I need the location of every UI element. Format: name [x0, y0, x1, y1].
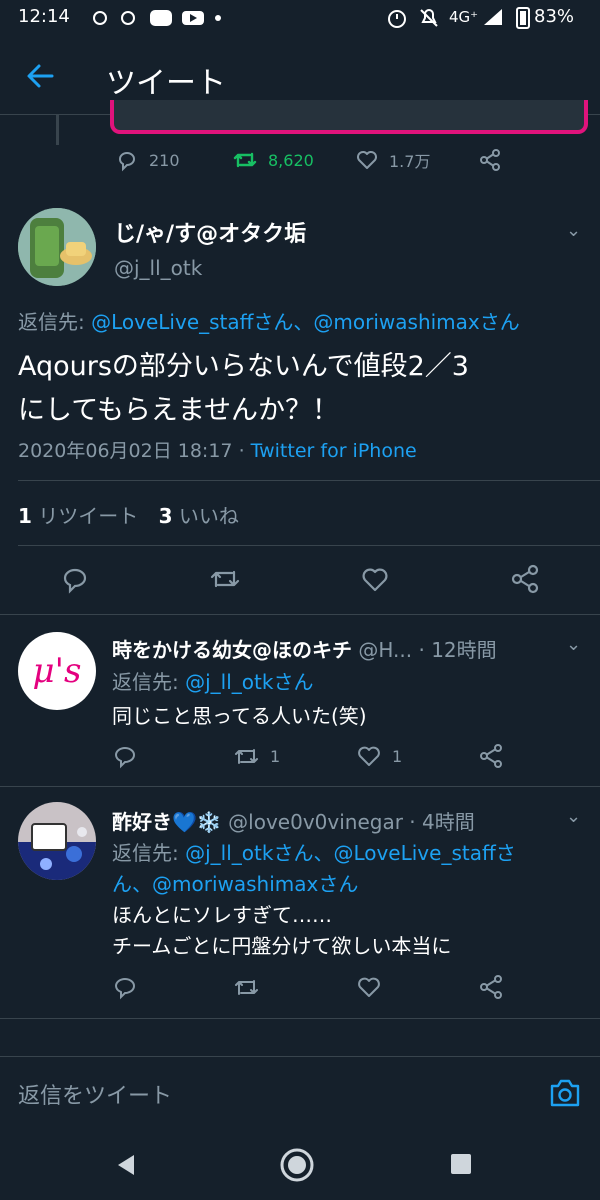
battery-level: 83%	[534, 6, 575, 27]
separator-dot: ·	[238, 440, 245, 462]
reply-display-name[interactable]: 時をかける幼女@ほのキチ	[112, 638, 352, 662]
reply-text-line: ほんとにソレすぎて……	[112, 903, 332, 927]
retweet-button[interactable]: 1	[232, 743, 280, 769]
camera-icon[interactable]	[548, 1076, 582, 1110]
tweet-text-line: Aqoursの部分いらないんで値段2／3	[18, 351, 469, 382]
signal-icon	[484, 9, 502, 25]
likes-label: いいね	[178, 504, 239, 528]
clock: 12:14	[18, 6, 70, 27]
reply-icon[interactable]	[112, 974, 138, 1000]
retweet-icon[interactable]	[232, 974, 260, 1000]
chevron-down-icon[interactable]: ⌄	[566, 634, 581, 655]
retweet-icon	[235, 749, 258, 764]
prev-retweet-button[interactable]: 8,620	[232, 148, 314, 172]
reply-time: · 12時間	[418, 638, 497, 662]
like-button[interactable]: 1	[356, 743, 402, 769]
battery-icon	[516, 7, 530, 29]
reply-text: 同じこと思ってる人いた(笑)	[112, 704, 367, 728]
thread-line	[56, 115, 59, 145]
reply-prefix: 返信先:	[18, 310, 85, 334]
client-link[interactable]: Twitter for iPhone	[251, 440, 417, 462]
reply-text: ほんとにソレすぎて…… チームごとに円盤分けて欲しい本当に	[112, 900, 451, 962]
stats-divider-top	[18, 480, 600, 481]
reply-context: 返信先: @LoveLive_staffさん、@moriwashimaxさん	[18, 306, 520, 335]
reply-prefix: 返信先:	[112, 841, 179, 865]
reply-to-link[interactable]: @j_ll_otkさん	[185, 670, 313, 694]
reply-header: 時をかける幼女@ほのキチ @H... · 12時間	[112, 634, 552, 663]
prev-reply-button[interactable]: 210	[115, 148, 180, 172]
page-title: ツイート	[106, 66, 226, 101]
avatar-image	[18, 802, 96, 880]
alarm-icon	[388, 10, 406, 28]
retweet-icon	[233, 152, 257, 168]
prev-like-button[interactable]: 1.7万	[355, 148, 430, 172]
retweets-label: リツイート	[38, 504, 139, 528]
compose-divider	[0, 1056, 600, 1057]
mute-icon	[420, 9, 438, 27]
reply-count: 210	[149, 150, 180, 170]
nav-back-icon[interactable]	[114, 1152, 140, 1178]
reply-display-name[interactable]: 酢好き💙❄️	[112, 810, 222, 834]
reply-header: 酢好き💙❄️ @love0v0vinegar · 4時間	[112, 806, 552, 835]
heart-icon	[357, 151, 377, 169]
share-icon[interactable]	[510, 564, 540, 594]
reply-context: 返信先: @j_ll_otkさん	[112, 666, 313, 695]
heart-icon[interactable]	[360, 564, 390, 594]
reply-handle[interactable]: @H...	[358, 638, 412, 662]
nav-home-icon[interactable]	[277, 1145, 317, 1185]
reply-compose-input[interactable]: 返信をツイート	[18, 1078, 172, 1110]
tweet-text-line: にしてもらえませんか？！	[18, 395, 340, 426]
stats-divider-bottom	[18, 545, 600, 546]
author-display-name[interactable]: じ/ゃ/す@オタク垢	[114, 216, 306, 248]
share-icon[interactable]	[478, 148, 502, 172]
share-icon[interactable]	[478, 743, 504, 769]
chevron-down-icon[interactable]: ⌄	[566, 220, 581, 241]
timestamp: 2020年06月02日 18:17	[18, 440, 233, 462]
avatar-logo-text: μ's	[32, 651, 82, 691]
retweets-stat[interactable]: 1 リツイート	[18, 504, 138, 528]
reply-to-links[interactable]: @LoveLive_staffさん、@moriwashimaxさん	[91, 310, 520, 334]
tweet-text: Aqoursの部分いらないんで値段2／3 にしてもらえませんか？！	[18, 345, 588, 433]
notification-icons	[93, 10, 221, 26]
author-handle[interactable]: @j_ll_otk	[114, 256, 202, 280]
like-count: 1	[392, 746, 403, 766]
retweet-count: 1	[270, 746, 281, 766]
retweets-count: 1	[18, 504, 32, 528]
reply-prefix: 返信先:	[112, 670, 179, 694]
likes-count: 3	[158, 504, 173, 528]
reply-divider	[0, 1018, 600, 1019]
like-count: 1.7万	[389, 152, 431, 171]
likes-stat[interactable]: 3 いいね	[159, 504, 239, 528]
reply-to-links[interactable]: @j_ll_otkさん、@LoveLive_staffさ	[185, 841, 516, 865]
prev-tweet-media[interactable]	[110, 100, 588, 134]
tweet-meta: 2020年06月02日 18:17 · Twitter for iPhone	[18, 436, 417, 463]
back-arrow-icon[interactable]	[24, 60, 56, 92]
retweet-icon[interactable]	[208, 564, 242, 594]
reply-to-links-continued[interactable]: ん、@moriwashimaxさん	[112, 869, 592, 900]
heart-icon[interactable]	[356, 974, 382, 1000]
reply-icon	[119, 152, 135, 172]
main-tweet-divider	[0, 614, 600, 615]
reply-context: 返信先: @j_ll_otkさん、@LoveLive_staffさ ん、@mor…	[112, 838, 592, 900]
avatar[interactable]	[18, 802, 96, 880]
network-label: 4G⁺	[449, 8, 479, 26]
reply-icon[interactable]	[60, 564, 90, 594]
avatar[interactable]: μ's	[18, 632, 96, 710]
system-nav-bar	[0, 1130, 600, 1200]
reply-time: · 4時間	[409, 810, 475, 834]
reply-divider	[0, 786, 600, 787]
chevron-down-icon[interactable]: ⌄	[566, 806, 581, 827]
engagement-stats: 1 リツイート 3 いいね	[18, 500, 239, 529]
reply-icon[interactable]	[112, 743, 138, 769]
status-bar: 12:14 4G⁺ 83%	[0, 0, 600, 36]
reply-handle[interactable]: @love0v0vinegar	[228, 810, 403, 834]
heart-icon	[358, 746, 380, 766]
reply-text-line: チームごとに円盤分けて欲しい本当に	[112, 934, 452, 958]
avatar-image	[18, 208, 96, 286]
retweet-count: 8,620	[268, 150, 314, 170]
share-icon[interactable]	[478, 974, 504, 1000]
avatar[interactable]	[18, 208, 96, 286]
nav-recents-icon[interactable]	[449, 1152, 473, 1176]
